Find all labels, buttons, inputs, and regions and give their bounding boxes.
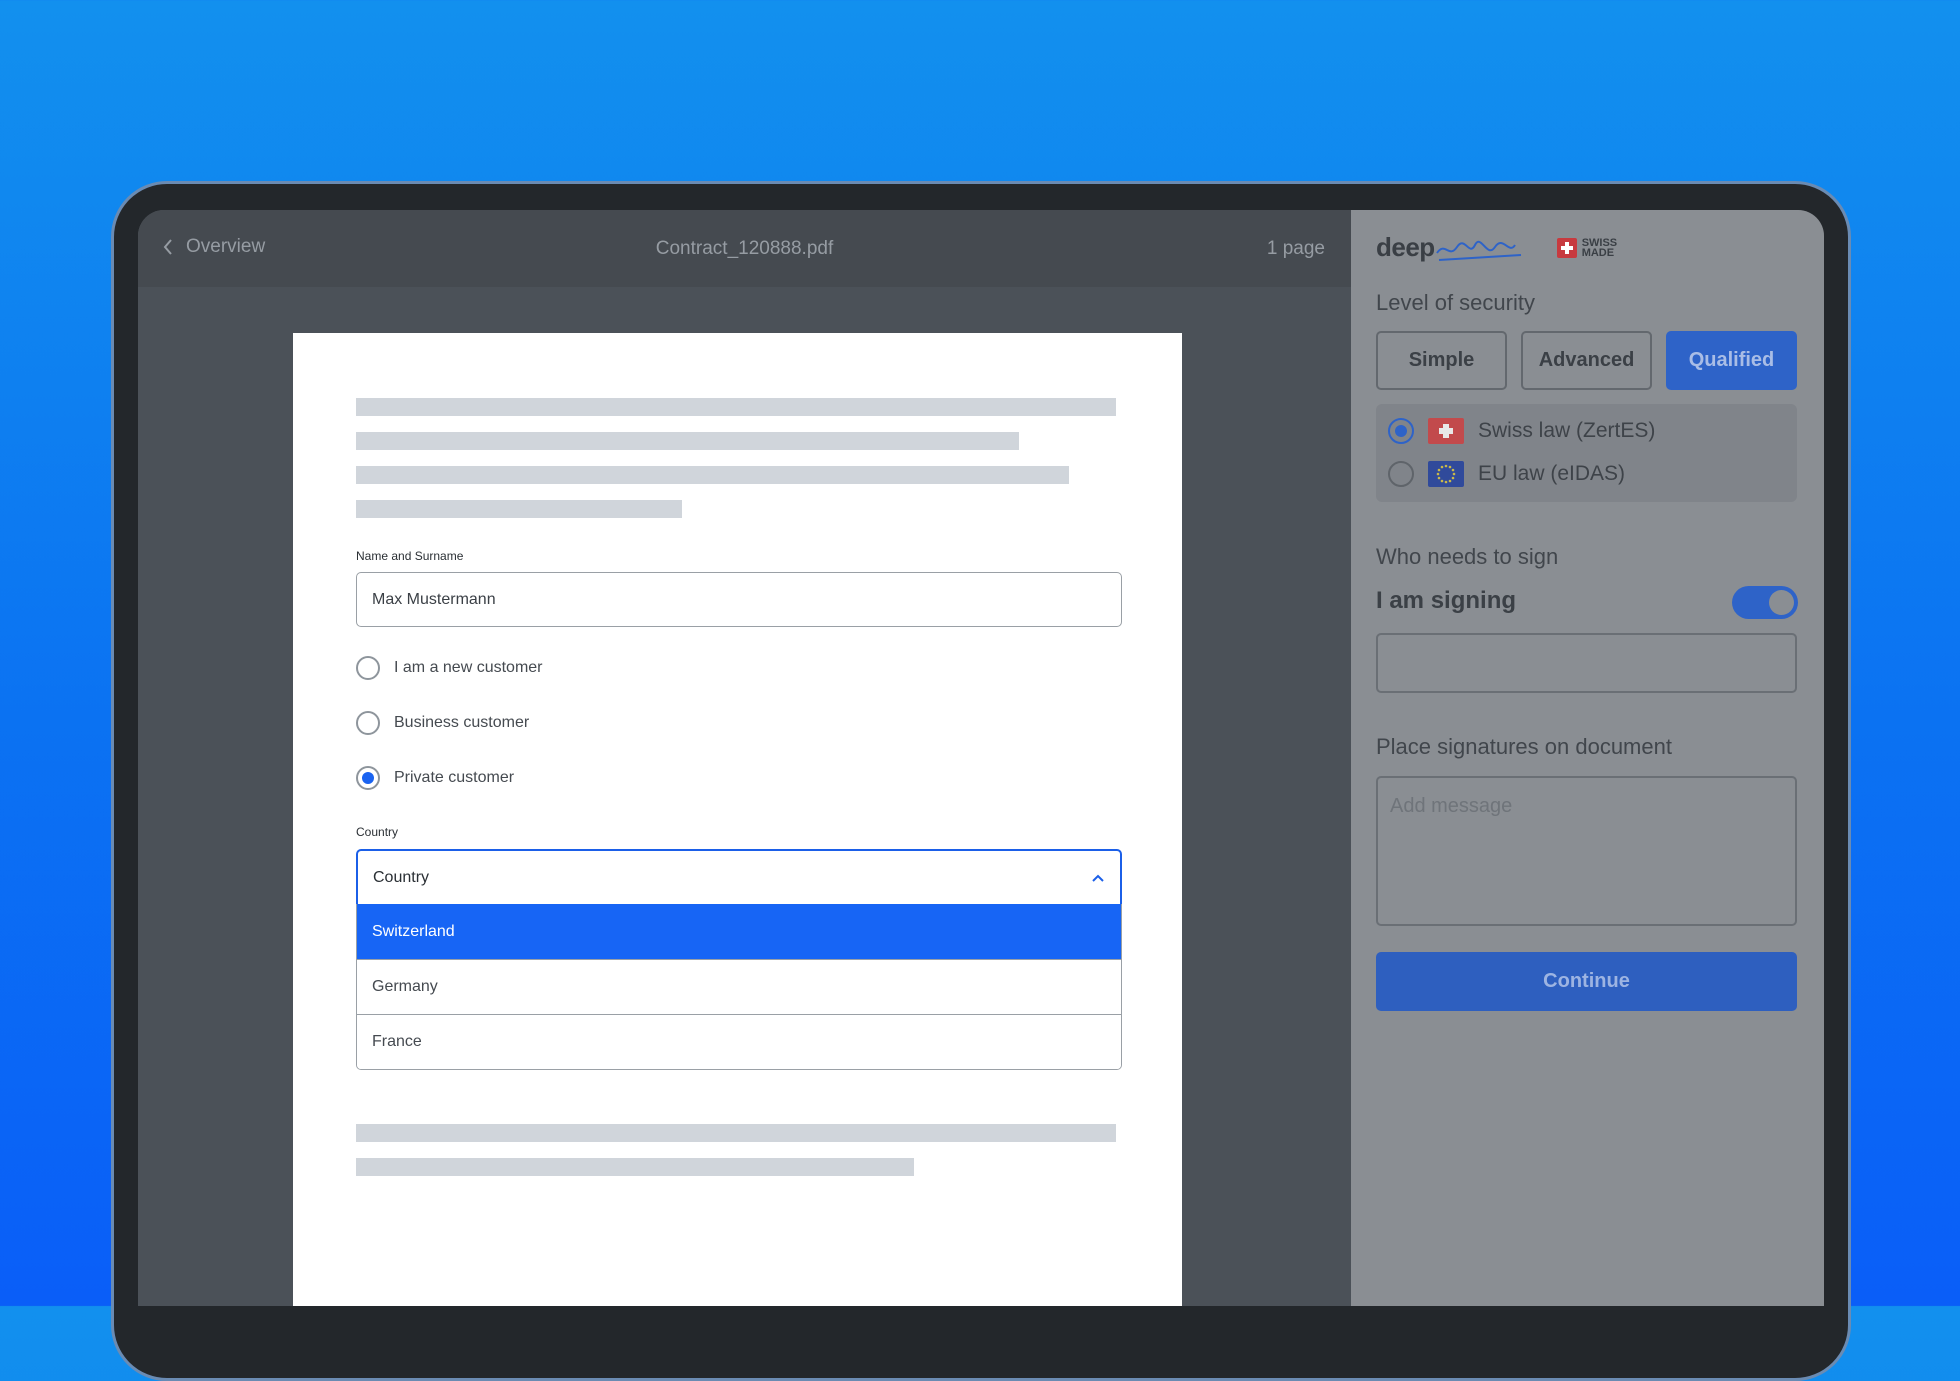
text-placeholder-line: [356, 500, 682, 518]
eu-flag-icon: [1428, 461, 1464, 487]
country-select-value: Country: [373, 868, 430, 886]
who-signs-title: Who needs to sign: [1376, 544, 1559, 569]
signing-panel: deep SWISS MADE Level of security Simple…: [1351, 210, 1824, 1306]
law-options: Swiss law (ZertES) EU law (eIDAS): [1376, 404, 1797, 502]
radio-new-customer[interactable]: I am a new customer: [356, 656, 543, 680]
document-page: Name and Surname Max Mustermann I am a n…: [293, 333, 1182, 1306]
law-label: Swiss law (ZertES): [1478, 419, 1656, 442]
name-input[interactable]: Max Mustermann: [356, 572, 1122, 627]
country-option-switzerland[interactable]: Switzerland: [357, 904, 1121, 959]
law-option-swiss[interactable]: Swiss law (ZertES): [1388, 418, 1655, 444]
document-filename: Contract_120888.pdf: [655, 238, 834, 259]
text-placeholder-line: [356, 466, 1069, 484]
radio-business-customer[interactable]: Business customer: [356, 711, 529, 735]
radio-circle: [1388, 461, 1414, 487]
name-field-label: Name and Surname: [356, 549, 464, 563]
country-select[interactable]: Country: [356, 849, 1122, 904]
swiss-cross-icon: [1556, 237, 1577, 258]
law-option-eu[interactable]: EU law (eIDAS): [1388, 461, 1625, 487]
app-screen: Overview Contract_120888.pdf 1 page Name…: [138, 210, 1824, 1306]
swiss-made-text: SWISS MADE: [1581, 237, 1617, 259]
text-placeholder-line: [356, 1158, 914, 1176]
signer-input[interactable]: [1376, 633, 1797, 693]
text-placeholder-line: [356, 432, 1019, 450]
security-qualified-button[interactable]: Qualified: [1666, 331, 1797, 390]
country-option-germany[interactable]: Germany: [357, 959, 1121, 1014]
text-placeholder-line: [356, 1124, 1116, 1142]
document-viewer: Overview Contract_120888.pdf 1 page Name…: [138, 210, 1351, 1306]
message-textarea[interactable]: Add message: [1376, 776, 1797, 926]
logo-wordmark: deep: [1376, 232, 1525, 263]
place-signatures-title: Place signatures on document: [1376, 734, 1672, 759]
law-label: EU law (eIDAS): [1478, 462, 1626, 485]
radio-label: Private customer: [394, 769, 515, 786]
security-advanced-button[interactable]: Advanced: [1521, 331, 1652, 390]
swiss-made-badge: SWISS MADE: [1556, 237, 1617, 259]
security-level-group: Simple Advanced Qualified: [1376, 331, 1797, 390]
i-am-signing-toggle[interactable]: [1732, 586, 1798, 619]
page-count: 1 page: [1266, 238, 1325, 259]
chevron-up-icon: [1092, 874, 1104, 882]
continue-button[interactable]: Continue: [1376, 952, 1797, 1011]
radio-label: I am a new customer: [394, 659, 543, 676]
signature-scribble-icon: [1435, 240, 1521, 261]
swiss-made-line2: MADE: [1581, 246, 1615, 259]
country-option-france[interactable]: France: [357, 1014, 1121, 1069]
radio-private-customer[interactable]: Private customer: [356, 766, 514, 790]
logo-prefix: deep: [1376, 232, 1435, 262]
radio-circle-checked: [356, 766, 380, 790]
text-placeholder-line: [356, 398, 1116, 416]
viewer-header: Overview Contract_120888.pdf 1 page: [138, 210, 1351, 287]
country-field-label: Country: [356, 825, 399, 839]
security-simple-button[interactable]: Simple: [1376, 331, 1507, 390]
radio-circle: [356, 656, 380, 680]
radio-circle-checked: [1388, 418, 1414, 444]
security-title: Level of security: [1376, 290, 1535, 315]
i-am-signing-label: I am signing: [1376, 587, 1517, 614]
radio-label: Business customer: [394, 714, 530, 731]
swiss-flag-icon: [1428, 418, 1464, 444]
country-dropdown: Switzerland Germany France: [356, 904, 1122, 1070]
deepsign-logo: deep SWISS MADE: [1376, 232, 1617, 263]
radio-circle: [356, 711, 380, 735]
